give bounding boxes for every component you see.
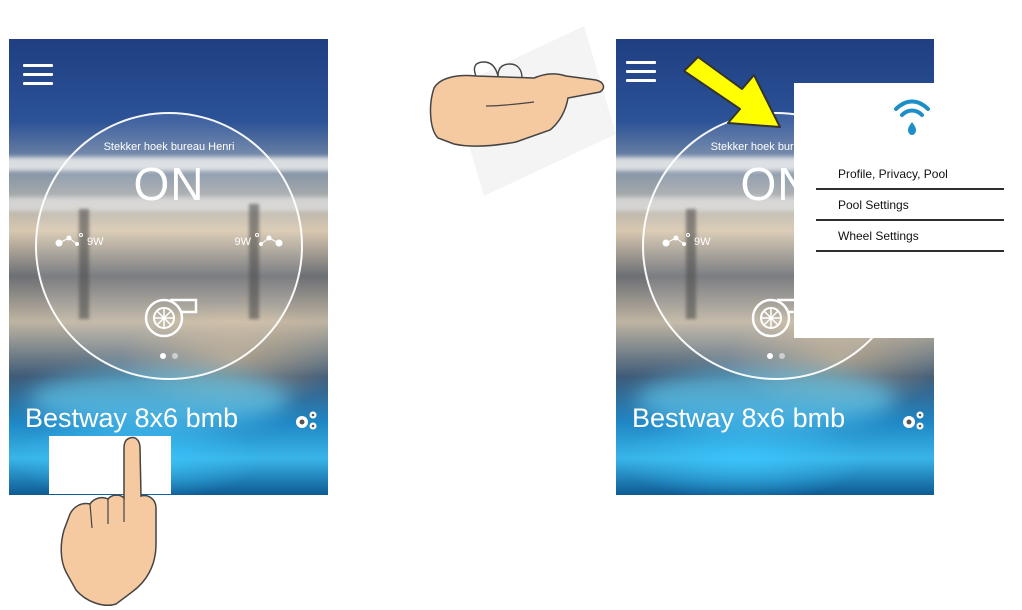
dropdown-item-list: Profile, Privacy, Pool Pool Settings Whe… <box>816 159 1004 252</box>
device-dial[interactable]: Stekker hoek bureau Henri ON 9W 9W <box>35 112 303 380</box>
molecule-icon <box>55 233 83 247</box>
menu-item-wheel-settings[interactable]: Wheel Settings <box>816 221 1004 252</box>
arrow-icon <box>683 56 781 128</box>
page-dot <box>767 353 773 359</box>
molecule-icon <box>255 233 283 247</box>
pump-icon[interactable] <box>140 290 200 340</box>
power-reading-left: 9W <box>694 236 711 248</box>
pointing-hand-icon <box>60 436 157 606</box>
menu-icon[interactable] <box>23 64 53 86</box>
pool-name[interactable]: Bestway 8x6 bmb <box>25 403 238 434</box>
page-indicator <box>644 346 908 364</box>
page-indicator <box>37 346 301 364</box>
wifi-icon <box>894 99 930 135</box>
power-state[interactable]: ON <box>37 158 301 210</box>
page-dot <box>160 353 166 359</box>
page-dot <box>779 353 785 359</box>
pointing-hand-icon <box>429 26 616 196</box>
menu-item-pool-settings[interactable]: Pool Settings <box>816 190 1004 221</box>
device-name: Stekker hoek bureau Henri <box>103 141 235 153</box>
menu-icon[interactable] <box>626 61 656 83</box>
phone-screen-left: Stekker hoek bureau Henri ON 9W 9W Bestw… <box>9 39 328 495</box>
gears-icon[interactable] <box>900 410 926 432</box>
menu-item-profile-privacy-pool[interactable]: Profile, Privacy, Pool <box>816 159 1004 190</box>
molecule-icon <box>662 233 690 247</box>
gears-icon[interactable] <box>293 410 319 432</box>
settings-dropdown-menu: Profile, Privacy, Pool Pool Settings Whe… <box>794 83 1006 338</box>
power-reading-left: 9W <box>87 236 104 248</box>
power-reading-right: 9W <box>234 236 252 248</box>
page-dot <box>172 353 178 359</box>
pool-name[interactable]: Bestway 8x6 bmb <box>632 403 845 434</box>
